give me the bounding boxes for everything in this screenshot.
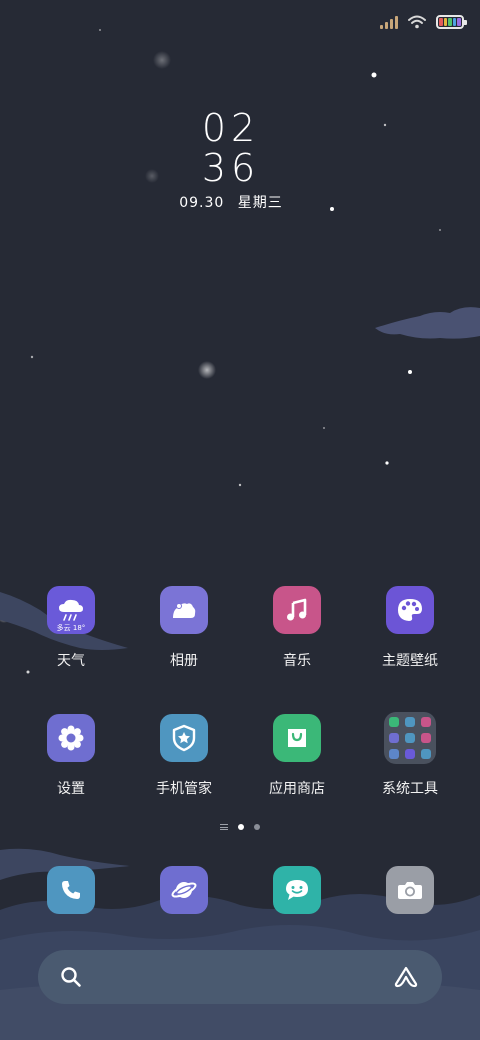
folder-mini-app-icon [405,733,415,743]
app-label: 天气 [57,653,85,669]
folder-mini-app-icon [421,733,431,743]
cell-signal-icon [380,15,398,29]
gallery-icon [160,586,208,634]
clock-minute: 36 [201,146,261,190]
palette-icon [386,586,434,634]
app-label: 音乐 [283,653,311,669]
folder-mini-app-icon [389,749,399,759]
message-icon [286,880,308,900]
folder-mini-app-icon [389,717,399,727]
folder-mini-app-icon [421,749,431,759]
app-label: 系统工具 [382,781,438,797]
dock-phone[interactable] [47,866,95,914]
folder-mini-app-icon [405,717,415,727]
gear-icon [47,714,95,762]
folder-mini-app-icon [389,733,399,743]
lockscreen-clock: 02 36 09.30 星期三 [0,108,462,212]
camera-icon [398,882,422,899]
battery-icon [436,15,467,29]
app-label: 相册 [170,653,198,669]
weather-icon: 多云 18° [47,586,95,634]
browser-planet-icon [171,882,197,898]
page-indicator[interactable] [0,824,480,830]
app-label: 设置 [57,781,85,797]
app-weather[interactable]: 多云 18° 天气 [15,586,127,670]
list-view-icon [220,824,228,830]
folder-icon [384,712,436,764]
search-bar[interactable] [38,950,442,1004]
battery-segment [443,18,448,26]
wifi-icon [408,15,426,29]
page-dot-active [238,824,244,830]
shopping-bag-icon [273,714,321,762]
clock-weekday: 星期三 [237,195,283,211]
dock-messages[interactable] [273,866,321,914]
folder-mini-app-icon [421,717,431,727]
dock-camera[interactable] [386,866,434,914]
clock-date: 09.30 [179,195,225,211]
battery-segment [439,18,443,26]
app-label: 主题壁纸 [382,653,438,669]
page-dot [254,824,260,830]
app-phone-manager[interactable]: 手机管家 [128,714,240,798]
phone-icon [62,881,80,899]
shield-icon [160,714,208,762]
clock-date-row: 09.30 星期三 [0,192,462,212]
status-bar [380,10,467,34]
battery-segment [457,18,461,26]
app-themes[interactable]: 主题壁纸 [354,586,466,670]
assistant-icon[interactable] [392,965,420,989]
app-label: 手机管家 [156,781,212,797]
app-music[interactable]: 音乐 [241,586,353,670]
battery-segment [448,18,452,26]
weather-sub: 多云 18° [56,624,86,632]
search-icon[interactable] [60,966,82,988]
battery-segment [452,18,457,26]
folder-mini-app-icon [405,749,415,759]
app-gallery[interactable]: 相册 [128,586,240,670]
app-store[interactable]: 应用商店 [241,714,353,798]
app-label: 应用商店 [269,781,325,797]
folder-system-tools[interactable]: 系统工具 [354,712,466,798]
music-icon [273,586,321,634]
app-settings[interactable]: 设置 [15,714,127,798]
clock-hour: 02 [201,106,261,150]
dock-browser[interactable] [160,866,208,914]
